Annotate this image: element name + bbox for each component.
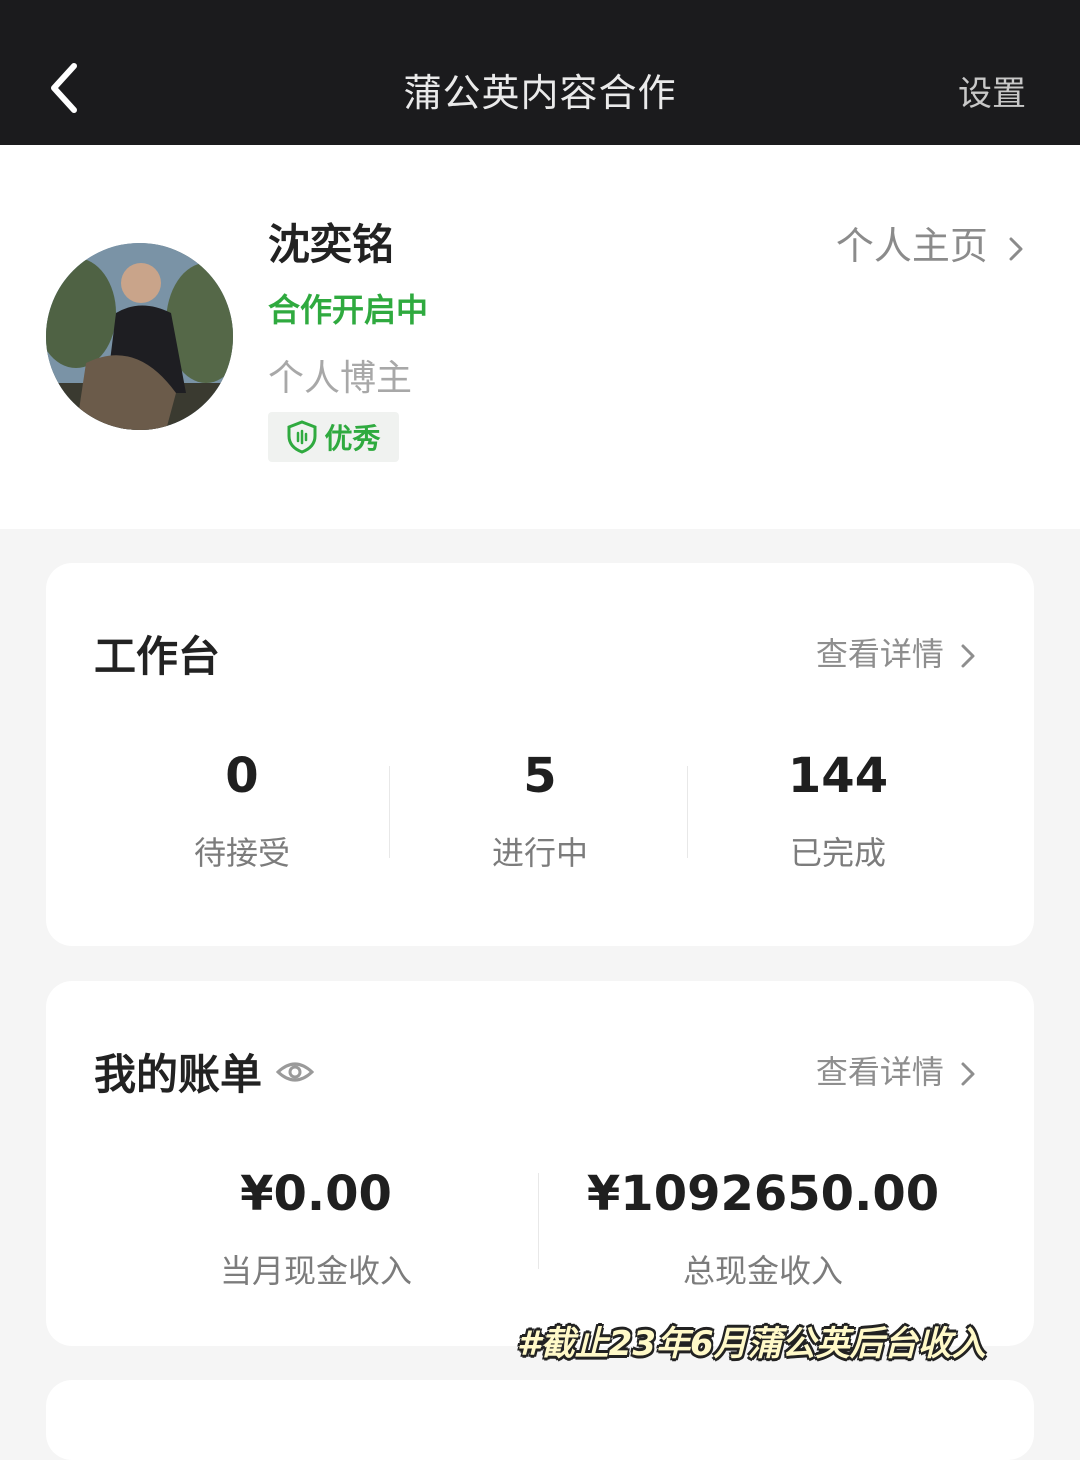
top-nav-bar: 蒲公英内容合作 设置 bbox=[0, 0, 1080, 145]
workbench-card: 工作台 查看详情 0 待接受 5 进行中 144 已完成 bbox=[46, 563, 1034, 946]
avatar-photo bbox=[46, 243, 233, 430]
bill-total-income[interactable]: ¥1092650.00 总现金收入 bbox=[573, 1166, 953, 1292]
bill-monthly-income[interactable]: ¥0.00 当月现金收入 bbox=[166, 1166, 466, 1292]
money-value: ¥0.00 bbox=[240, 1166, 392, 1222]
page-title: 蒲公英内容合作 bbox=[403, 71, 677, 115]
divider bbox=[538, 1173, 539, 1269]
cooperation-status: 合作开启中 bbox=[268, 291, 429, 329]
divider bbox=[389, 766, 390, 858]
stat-label: 已完成 bbox=[789, 834, 886, 872]
account-role: 个人博主 bbox=[268, 358, 413, 399]
overlay-caption: #截止23年6月蒲公英后台收入 bbox=[517, 1324, 986, 1364]
stat-in-progress[interactable]: 5 进行中 bbox=[440, 748, 640, 874]
stat-completed[interactable]: 144 已完成 bbox=[738, 748, 938, 874]
money-value: ¥1092650.00 bbox=[586, 1166, 940, 1222]
details-label: 查看详情 bbox=[815, 635, 944, 673]
homepage-label: 个人主页 bbox=[835, 224, 988, 268]
chevron-right-icon bbox=[961, 1062, 975, 1086]
rating-badge: 优秀 bbox=[268, 412, 399, 462]
profile-section: 沈奕铭 个人主页 合作开启中 个人博主 优秀 bbox=[0, 145, 1080, 529]
divider bbox=[687, 766, 688, 858]
chevron-right-icon bbox=[1009, 237, 1023, 260]
bill-card: 我的账单 查看详情 ¥0.00 当月现金收入 ¥1092650.00 总现金收入 bbox=[46, 981, 1034, 1346]
stat-label: 进行中 bbox=[491, 834, 588, 872]
stat-value: 0 bbox=[225, 748, 259, 804]
money-label: 总现金收入 bbox=[682, 1252, 843, 1290]
bill-title: 我的账单 bbox=[94, 1041, 315, 1102]
next-card bbox=[46, 1380, 1034, 1460]
shield-icon bbox=[287, 420, 317, 454]
bill-title-text: 我的账单 bbox=[94, 1050, 263, 1099]
user-name: 沈奕铭 bbox=[268, 220, 395, 269]
workbench-details-link[interactable]: 查看详情 bbox=[816, 629, 978, 675]
avatar[interactable] bbox=[46, 243, 233, 430]
eye-icon[interactable] bbox=[276, 1059, 315, 1085]
stat-value: 5 bbox=[523, 748, 557, 804]
settings-button[interactable]: 设置 bbox=[958, 66, 1026, 115]
stat-label: 待接受 bbox=[193, 834, 290, 872]
details-label: 查看详情 bbox=[815, 1053, 944, 1091]
chevron-right-icon bbox=[961, 644, 975, 668]
workbench-title: 工作台 bbox=[94, 632, 221, 681]
money-label: 当月现金收入 bbox=[219, 1252, 412, 1290]
personal-homepage-link[interactable]: 个人主页 bbox=[836, 215, 1026, 270]
bill-details-link[interactable]: 查看详情 bbox=[816, 1047, 978, 1093]
stat-value: 144 bbox=[787, 748, 889, 804]
stat-pending[interactable]: 0 待接受 bbox=[142, 748, 342, 874]
badge-label: 优秀 bbox=[324, 422, 381, 455]
